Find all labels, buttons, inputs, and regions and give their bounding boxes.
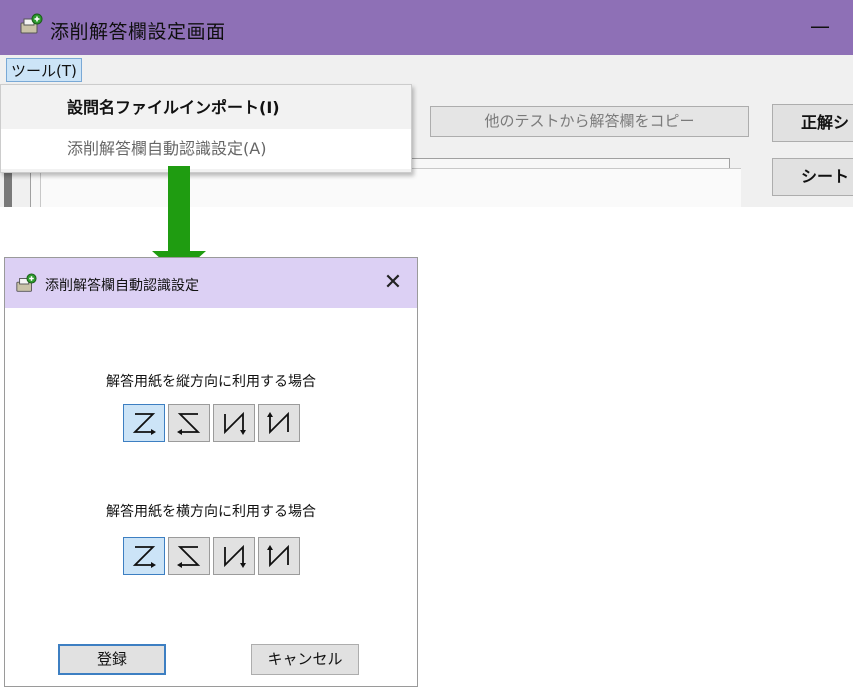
copy-from-other-test-button[interactable]: 他のテストから解答欄をコピー [430, 106, 749, 137]
portrait-direction-group [123, 404, 301, 442]
z-pattern-icon [132, 546, 156, 568]
landscape-z-pattern-button[interactable] [123, 537, 165, 575]
close-icon[interactable]: ✕ [380, 270, 406, 296]
landscape-label: 解答用紙を横方向に利用する場合 [106, 504, 316, 520]
z-pattern-icon [132, 413, 156, 435]
portrait-label: 解答用紙を縦方向に利用する場合 [106, 374, 316, 390]
portrait-n-pattern-button[interactable] [213, 404, 255, 442]
panel-edge [4, 170, 12, 207]
reverse-z-pattern-icon [177, 413, 201, 435]
menu-item-import-question-names[interactable]: 設問名ファイルインポート(I) [1, 88, 411, 128]
main-title-bar: 添削解答欄設定画面 — [0, 0, 853, 55]
tools-dropdown-menu: 設問名ファイルインポート(I) 添削解答欄自動認識設定(A) [0, 84, 412, 173]
minimize-button[interactable]: — [806, 14, 834, 40]
menu-item-auto-recognition-settings[interactable]: 添削解答欄自動認識設定(A) [1, 129, 411, 169]
sheet-button[interactable]: シート [772, 158, 853, 196]
menu-bar: ツール(T) [0, 55, 853, 85]
answer-field-panel-inner [40, 168, 741, 207]
auto-recognition-dialog: 添削解答欄自動認識設定 ✕ 解答用紙を縦方向に利用する場合 解答用紙を横方向に利… [4, 257, 418, 687]
app-icon [20, 13, 43, 34]
register-button[interactable]: 登録 [58, 644, 166, 675]
n-pattern-icon [224, 411, 246, 435]
green-arrow-shaft [168, 166, 190, 251]
landscape-n-pattern-button[interactable] [213, 537, 255, 575]
dialog-app-icon [16, 273, 37, 292]
dialog-title: 添削解答欄自動認識設定 [45, 278, 199, 294]
portrait-reverse-n-pattern-button[interactable] [258, 404, 300, 442]
reverse-n-pattern-icon [267, 544, 289, 568]
n-pattern-icon [224, 544, 246, 568]
main-window-title: 添削解答欄設定画面 [50, 21, 226, 43]
portrait-reverse-z-pattern-button[interactable] [168, 404, 210, 442]
reverse-z-pattern-icon [177, 546, 201, 568]
main-window: 添削解答欄設定画面 — ツール(T) 他のテストから解答欄をコピー 正解シ シー… [0, 0, 853, 207]
landscape-reverse-z-pattern-button[interactable] [168, 537, 210, 575]
answer-sheet-button[interactable]: 正解シ [772, 104, 853, 142]
landscape-direction-group [123, 537, 301, 575]
landscape-reverse-n-pattern-button[interactable] [258, 537, 300, 575]
reverse-n-pattern-icon [267, 411, 289, 435]
dialog-title-bar: 添削解答欄自動認識設定 ✕ [5, 258, 417, 308]
cancel-button[interactable]: キャンセル [251, 644, 359, 675]
menu-tools[interactable]: ツール(T) [6, 58, 82, 82]
portrait-z-pattern-button[interactable] [123, 404, 165, 442]
